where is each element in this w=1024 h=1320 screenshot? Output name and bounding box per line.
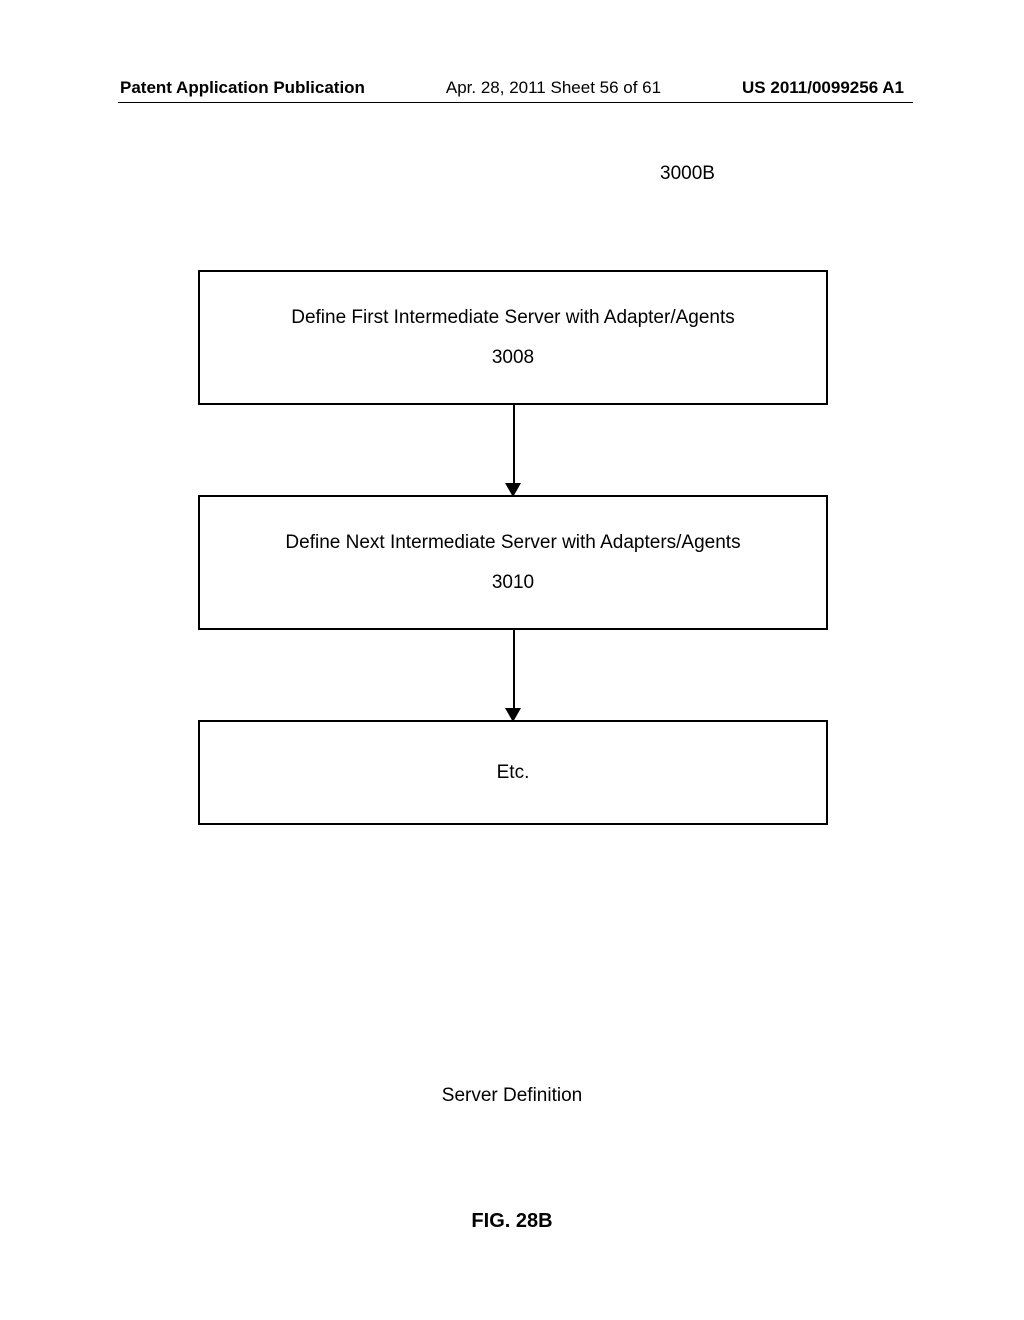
flowchart-connector-1 <box>198 405 828 495</box>
arrow-down-icon <box>505 483 521 497</box>
flowchart-box-1: Define First Intermediate Server with Ad… <box>198 270 828 405</box>
flowchart-connector-2 <box>198 630 828 720</box>
flowchart-box-3: Etc. <box>198 720 828 825</box>
header-date-sheet: Apr. 28, 2011 Sheet 56 of 61 <box>446 78 661 98</box>
flowchart-box-1-title: Define First Intermediate Server with Ad… <box>291 307 735 329</box>
flowchart-box-3-title: Etc. <box>497 762 530 784</box>
header-publication-type: Patent Application Publication <box>120 78 365 98</box>
figure-reference-label: 3000B <box>660 163 715 185</box>
header-divider <box>118 102 913 103</box>
flowchart-box-2-number: 3010 <box>492 572 534 594</box>
header-patent-number: US 2011/0099256 A1 <box>742 78 904 98</box>
flowchart-box-1-number: 3008 <box>492 347 534 369</box>
figure-caption: Server Definition <box>0 1085 1024 1107</box>
arrow-down-icon <box>505 708 521 722</box>
flowchart-diagram: Define First Intermediate Server with Ad… <box>198 270 828 825</box>
flowchart-box-2: Define Next Intermediate Server with Ada… <box>198 495 828 630</box>
page-header: Patent Application Publication Apr. 28, … <box>0 78 1024 98</box>
flowchart-box-2-title: Define Next Intermediate Server with Ada… <box>285 532 740 554</box>
figure-number-label: FIG. 28B <box>0 1210 1024 1233</box>
